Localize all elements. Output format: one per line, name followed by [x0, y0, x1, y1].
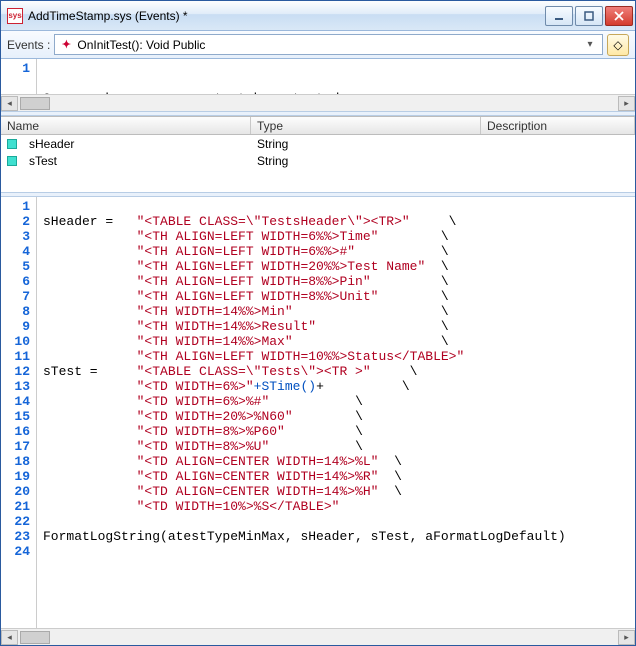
- line-number: 17: [5, 439, 30, 454]
- code-line[interactable]: [43, 199, 566, 214]
- minimize-button[interactable]: [545, 6, 573, 26]
- line-number: 9: [5, 319, 30, 334]
- scroll-left-button[interactable]: ◂: [1, 96, 18, 111]
- code-line[interactable]: "<TD WIDTH=8%>%P60" \: [43, 424, 566, 439]
- grid-body[interactable]: sHeader String sTest String: [1, 135, 635, 192]
- description-hscroll[interactable]: ◂ ▸: [1, 94, 635, 111]
- code-line[interactable]: "<TD WIDTH=20%>%N60" \: [43, 409, 566, 424]
- code-line[interactable]: "<TD ALIGN=CENTER WIDTH=14%>%L" \: [43, 454, 566, 469]
- code-line[interactable]: "<TH ALIGN=LEFT WIDTH=20%%>Test Name" \: [43, 259, 566, 274]
- main-hscroll[interactable]: ◂ ▸: [1, 628, 635, 645]
- line-number: 15: [5, 409, 30, 424]
- code-line[interactable]: "<TD ALIGN=CENTER WIDTH=14%>%R" \: [43, 469, 566, 484]
- close-button[interactable]: [605, 6, 633, 26]
- params-grid: Name Type Description sHeader String sTe…: [1, 116, 635, 192]
- function-icon: ✦: [59, 38, 73, 52]
- code-line[interactable]: "<TH ALIGN=LEFT WIDTH=8%%>Pin" \: [43, 274, 566, 289]
- line-number: 24: [5, 544, 30, 559]
- line-number: 21: [5, 499, 30, 514]
- param-icon: [7, 139, 17, 149]
- code-line[interactable]: "<TD WIDTH=10%>%S</TABLE>": [43, 499, 566, 514]
- line-number: 1: [5, 61, 30, 76]
- description-pane: 1 Occurs when a program test has started…: [1, 59, 635, 111]
- window-title: AddTimeStamp.sys (Events) *: [28, 9, 545, 23]
- minimize-icon: [554, 11, 564, 21]
- scroll-left-button[interactable]: ◂: [1, 630, 18, 645]
- events-combobox-text: OnInitTest(): Void Public: [77, 38, 582, 52]
- scroll-thumb[interactable]: [20, 631, 50, 644]
- code-line[interactable]: FormatLogString(atestTypeMinMax, sHeader…: [43, 529, 566, 544]
- code-line[interactable]: "<TH WIDTH=14%%>Max" \: [43, 334, 566, 349]
- line-number: 5: [5, 259, 30, 274]
- line-number: 18: [5, 454, 30, 469]
- code-line[interactable]: "<TH ALIGN=LEFT WIDTH=6%%>#" \: [43, 244, 566, 259]
- cell-name: sTest: [23, 154, 251, 168]
- code-line[interactable]: "<TH WIDTH=14%%>Result" \: [43, 319, 566, 334]
- code-line[interactable]: "<TD WIDTH=8%>%U" \: [43, 439, 566, 454]
- code-line[interactable]: "<TH WIDTH=14%%>Min" \: [43, 304, 566, 319]
- code-line[interactable]: sHeader = "<TABLE CLASS=\"TestsHeader\">…: [43, 214, 566, 229]
- line-number: 23: [5, 529, 30, 544]
- line-number: 1: [5, 199, 30, 214]
- window-frame: sys AddTimeStamp.sys (Events) * Events :…: [0, 0, 636, 646]
- line-number: 13: [5, 379, 30, 394]
- line-number: 14: [5, 394, 30, 409]
- line-number: 4: [5, 244, 30, 259]
- code-line[interactable]: [43, 544, 566, 559]
- cell-name: sHeader: [23, 137, 251, 151]
- close-icon: [614, 11, 624, 21]
- line-number: 10: [5, 334, 30, 349]
- col-header-name[interactable]: Name: [1, 117, 251, 134]
- grid-row[interactable]: sTest String: [1, 152, 635, 169]
- param-icon: [7, 156, 17, 166]
- code-line[interactable]: "<TH ALIGN=LEFT WIDTH=10%%>Status</TABLE…: [43, 349, 566, 364]
- description-editor[interactable]: 1 Occurs when a program test has started…: [1, 59, 635, 94]
- line-number: 22: [5, 514, 30, 529]
- code-line[interactable]: "<TD ALIGN=CENTER WIDTH=14%>%H" \: [43, 484, 566, 499]
- cell-type: String: [251, 154, 481, 168]
- line-number: 2: [5, 214, 30, 229]
- code-line[interactable]: "<TD WIDTH=6%>%#" \: [43, 394, 566, 409]
- grid-row[interactable]: sHeader String: [1, 135, 635, 152]
- col-header-type[interactable]: Type: [251, 117, 481, 134]
- toolbar: Events : ✦ OnInitTest(): Void Public ▾ ◇: [1, 31, 635, 59]
- events-combobox[interactable]: ✦ OnInitTest(): Void Public ▾: [54, 34, 603, 55]
- main-gutter: 123456789101112131415161718192021222324: [1, 197, 37, 628]
- scroll-thumb[interactable]: [20, 97, 50, 110]
- line-number: 11: [5, 349, 30, 364]
- line-number: 3: [5, 229, 30, 244]
- col-header-description[interactable]: Description: [481, 117, 635, 134]
- toggle-descriptions-button[interactable]: ◇: [607, 34, 629, 56]
- scroll-right-button[interactable]: ▸: [618, 630, 635, 645]
- line-number: 16: [5, 424, 30, 439]
- code-line[interactable]: [43, 514, 566, 529]
- main-editor[interactable]: 123456789101112131415161718192021222324 …: [1, 197, 635, 628]
- scroll-right-button[interactable]: ▸: [618, 96, 635, 111]
- events-label: Events :: [7, 38, 50, 52]
- cell-type: String: [251, 137, 481, 151]
- line-number: 8: [5, 304, 30, 319]
- line-number: 19: [5, 469, 30, 484]
- maximize-button[interactable]: [575, 6, 603, 26]
- maximize-icon: [584, 11, 594, 21]
- line-number: 20: [5, 484, 30, 499]
- chevron-down-icon[interactable]: ▾: [582, 39, 598, 50]
- code-line[interactable]: sTest = "<TABLE CLASS=\"Tests\"><TR >" \: [43, 364, 566, 379]
- code-line[interactable]: "<TH ALIGN=LEFT WIDTH=6%%>Time" \: [43, 229, 566, 244]
- note-icon: ◇: [613, 38, 622, 52]
- code-line[interactable]: "<TH ALIGN=LEFT WIDTH=8%%>Unit" \: [43, 289, 566, 304]
- window-buttons: [545, 6, 633, 26]
- app-icon: sys: [7, 8, 23, 24]
- main-code-pane: 123456789101112131415161718192021222324 …: [1, 197, 635, 645]
- main-code[interactable]: sHeader = "<TABLE CLASS=\"TestsHeader\">…: [37, 197, 572, 628]
- description-code[interactable]: Occurs when a program test has started.: [37, 59, 353, 94]
- line-number: 7: [5, 289, 30, 304]
- code-line[interactable]: "<TD WIDTH=6%>"+STime()+ \: [43, 379, 566, 394]
- line-number: 12: [5, 364, 30, 379]
- grid-header: Name Type Description: [1, 116, 635, 135]
- titlebar[interactable]: sys AddTimeStamp.sys (Events) *: [1, 1, 635, 31]
- description-gutter: 1: [1, 59, 37, 94]
- line-number: 6: [5, 274, 30, 289]
